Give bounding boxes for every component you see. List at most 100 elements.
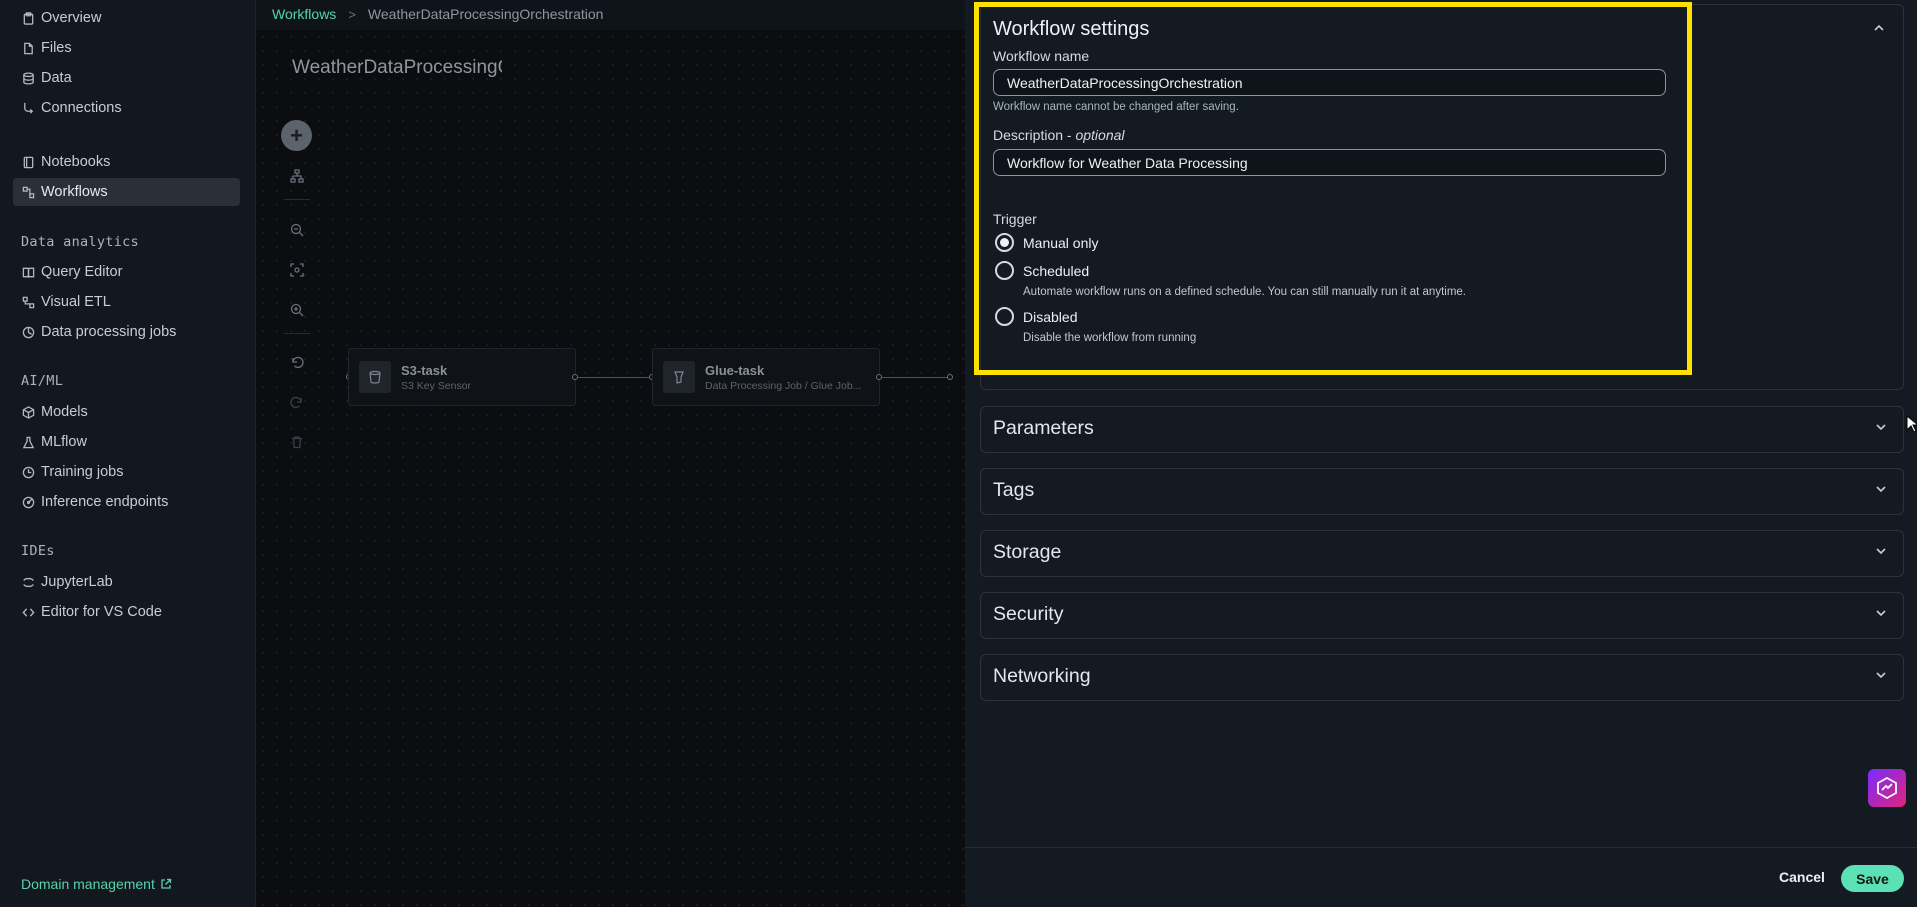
trigger-radio-manual[interactable] — [995, 233, 1014, 252]
redo-icon[interactable] — [280, 388, 314, 416]
sidebar-item-label: JupyterLab — [41, 574, 113, 590]
sidebar-item-label: Notebooks — [41, 154, 111, 170]
footer-divider — [965, 847, 1917, 848]
connection-icon — [21, 101, 35, 115]
database-icon — [21, 71, 35, 85]
fit-view-icon[interactable] — [280, 256, 314, 284]
description-label-text: Description - — [993, 127, 1076, 143]
sidebar-item-label: Editor for VS Code — [41, 604, 162, 620]
breadcrumb-separator: > — [348, 6, 356, 22]
description-label: Description - optional — [993, 127, 1125, 143]
section-heading-ides: IDEs — [21, 543, 55, 559]
flask-icon — [21, 435, 35, 449]
sidebar-item-label: Files — [41, 40, 72, 56]
sidebar-item-data-processing-jobs[interactable]: Data processing jobs — [13, 318, 240, 346]
book-icon — [21, 265, 35, 279]
zoom-in-icon[interactable] — [280, 296, 314, 324]
sidebar-item-connections[interactable]: Connections — [13, 94, 240, 122]
sidebar-item-label: Workflows — [41, 184, 108, 200]
node-title: S3-task — [401, 362, 448, 378]
sidebar-item-jupyterlab[interactable]: JupyterLab — [13, 568, 240, 596]
sidebar-item-mlflow[interactable]: MLflow — [13, 428, 240, 456]
undo-icon[interactable] — [280, 348, 314, 376]
node-subtitle: Data Processing Job / Glue Job... — [705, 379, 862, 392]
node-title: Glue-task — [705, 362, 765, 378]
parameters-section[interactable]: Parameters — [980, 406, 1904, 453]
trigger-option-disabled-desc: Disable the workflow from running — [1023, 332, 1197, 344]
trigger-label: Trigger — [993, 211, 1037, 227]
sidebar-item-label: Training jobs — [41, 464, 124, 480]
workflow-settings-title: Workflow settings — [993, 18, 1150, 40]
workflow-canvas[interactable] — [256, 30, 966, 907]
sidebar-item-models[interactable]: Models — [13, 398, 240, 426]
delete-icon[interactable] — [280, 428, 314, 456]
save-button[interactable]: Save — [1841, 865, 1904, 892]
sidebar-item-visual-etl[interactable]: Visual ETL — [13, 288, 240, 316]
workflow-name-label: Workflow name — [993, 48, 1090, 64]
node-subtitle: S3 Key Sensor — [401, 379, 472, 392]
sidebar-item-overview[interactable]: Overview — [13, 4, 240, 32]
sidebar-item-label: Connections — [41, 100, 122, 116]
sidebar-item-label: Visual ETL — [41, 294, 111, 310]
zoom-out-icon[interactable] — [280, 216, 314, 244]
description-input[interactable]: Workflow for Weather Data Processing — [993, 149, 1666, 176]
sidebar-item-label: Data — [41, 70, 72, 86]
section-title: Security — [993, 603, 1064, 625]
s3-bucket-icon — [359, 361, 391, 393]
workflow-name-input[interactable]: WeatherDataProcessingOrchestration — [993, 69, 1666, 96]
sidebar-item-inference-endpoints[interactable]: Inference endpoints — [13, 488, 240, 516]
jupyter-icon — [21, 575, 35, 589]
sidebar-item-data[interactable]: Data — [13, 64, 240, 92]
workflow-name-hint: Workflow name cannot be changed after sa… — [993, 101, 1239, 113]
code-icon — [21, 605, 35, 619]
sidebar-item-files[interactable]: Files — [13, 34, 240, 62]
tags-section[interactable]: Tags — [980, 468, 1904, 515]
chevron-down-icon — [1876, 548, 1886, 555]
chevron-down-icon — [1876, 610, 1886, 617]
breadcrumb: Workflows > WeatherDataProcessingOrchest… — [272, 6, 603, 22]
chevron-down-icon — [1876, 486, 1886, 493]
layout-icon[interactable] — [280, 162, 314, 190]
trigger-option-disabled-label[interactable]: Disabled — [1023, 309, 1077, 325]
sidebar-item-editor-vscode[interactable]: Editor for VS Code — [13, 598, 240, 626]
node-input-port[interactable] — [947, 374, 953, 380]
add-node-button[interactable]: + — [281, 120, 312, 151]
networking-section[interactable]: Networking — [980, 654, 1904, 701]
trigger-radio-disabled[interactable] — [995, 307, 1014, 326]
sidebar-item-label: Models — [41, 404, 88, 420]
glue-icon — [663, 361, 695, 393]
section-title: Parameters — [993, 417, 1094, 439]
left-sidebar: Overview Files Data Connections Notebook… — [0, 0, 256, 907]
workflow-node-s3-task[interactable]: S3-task S3 Key Sensor — [348, 348, 576, 406]
canvas-title: WeatherDataProcessingOrchestration — [292, 57, 502, 78]
trigger-option-manual-label[interactable]: Manual only — [1023, 235, 1099, 251]
description-optional-text: optional — [1075, 127, 1125, 143]
security-section[interactable]: Security — [980, 592, 1904, 639]
file-icon — [21, 41, 35, 55]
breadcrumb-workflows-link[interactable]: Workflows — [272, 6, 336, 22]
trigger-radio-scheduled[interactable] — [995, 261, 1014, 280]
cube-icon — [21, 405, 35, 419]
assistant-icon[interactable] — [1868, 769, 1906, 807]
sidebar-item-notebooks[interactable]: Notebooks — [13, 148, 240, 176]
clock-icon — [21, 465, 35, 479]
workflow-node-glue-task[interactable]: Glue-task Data Processing Job / Glue Job… — [652, 348, 880, 406]
domain-management-label: Domain management — [21, 876, 155, 892]
trigger-option-scheduled-label[interactable]: Scheduled — [1023, 263, 1089, 279]
sidebar-item-label: MLflow — [41, 434, 87, 450]
etl-icon — [21, 295, 35, 309]
sidebar-item-label: Query Editor — [41, 264, 123, 280]
process-icon — [21, 325, 35, 339]
sidebar-item-label: Overview — [41, 10, 102, 26]
cancel-button[interactable]: Cancel — [1779, 869, 1825, 885]
sidebar-item-query-editor[interactable]: Query Editor — [13, 258, 240, 286]
workflow-icon — [21, 185, 35, 199]
sidebar-item-workflows[interactable]: Workflows — [13, 178, 240, 206]
notebook-icon — [21, 155, 35, 169]
section-title: Tags — [993, 479, 1035, 501]
mouse-cursor-icon — [1906, 415, 1917, 433]
chevron-up-icon[interactable] — [1873, 22, 1885, 34]
storage-section[interactable]: Storage — [980, 530, 1904, 577]
sidebar-item-training-jobs[interactable]: Training jobs — [13, 458, 240, 486]
domain-management-link[interactable]: Domain management — [21, 876, 172, 892]
